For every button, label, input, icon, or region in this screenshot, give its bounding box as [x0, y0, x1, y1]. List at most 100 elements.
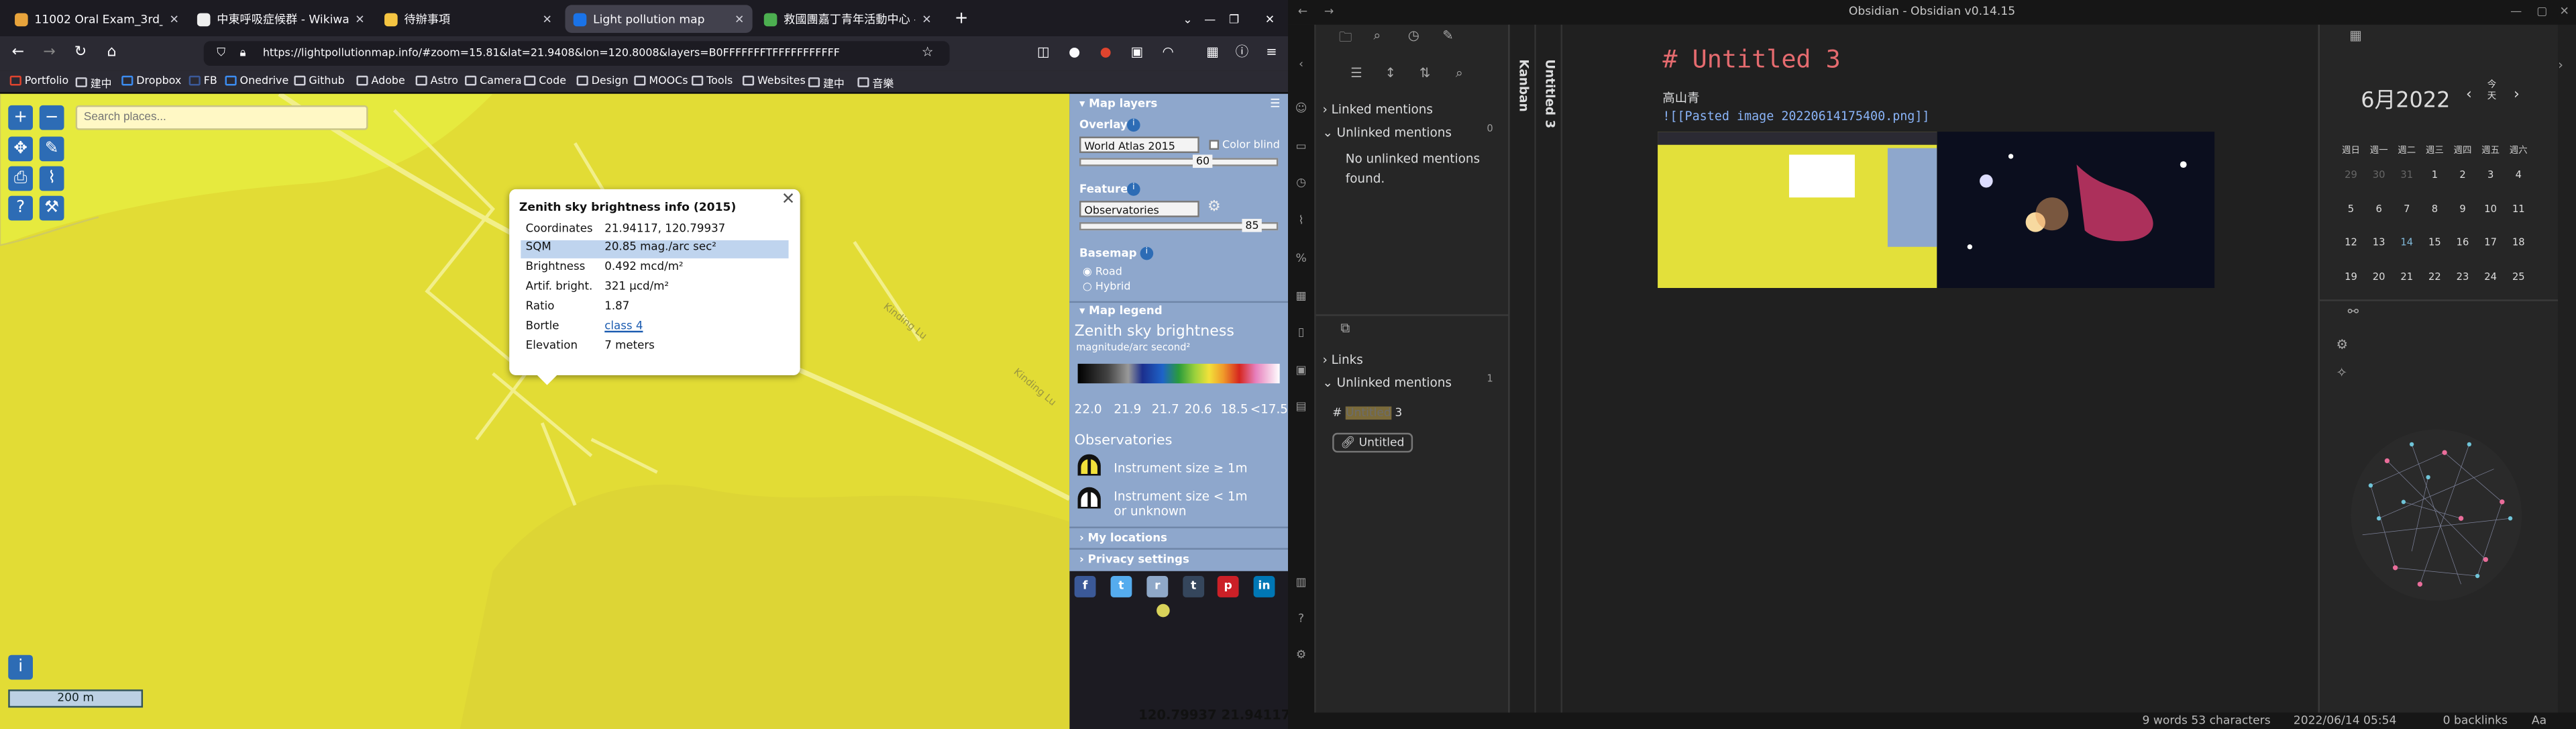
calendar-day[interactable]: 5 [2339, 204, 2362, 215]
bookmark-folder[interactable]: MOOCs [634, 74, 688, 87]
measure-icon[interactable]: ✎ [39, 136, 64, 162]
sort-icon[interactable]: ⇅ [1419, 66, 1430, 81]
bookmark-folder[interactable]: 建中 [808, 74, 845, 91]
calendar-day[interactable]: 1 [2423, 170, 2446, 181]
calendar-day[interactable]: 10 [2479, 204, 2502, 215]
bookmark-folder[interactable]: Websites [742, 74, 806, 87]
minimize-icon[interactable]: — [1196, 5, 1219, 33]
bookmark-folder[interactable]: Adobe [356, 74, 405, 87]
pinterest-share-icon[interactable]: p [1217, 576, 1239, 597]
emoji-icon[interactable]: ☺ [1291, 102, 1311, 119]
bookmark-folder[interactable]: Astro [415, 74, 458, 87]
file-icon[interactable]: ▯ [1291, 326, 1311, 342]
pocket-icon[interactable]: ◫ [1032, 41, 1055, 64]
locate-icon[interactable]: ✥ [8, 136, 33, 162]
print-icon[interactable]: ⎙ [8, 166, 33, 191]
tab-oral-exam[interactable]: 11002 Oral Exam_3rd_Ideas Wri ✕ [7, 5, 187, 33]
tab-light-pollution-map[interactable]: Light pollution map ✕ [565, 5, 753, 34]
mention-item[interactable]: # Untitled 3 [1332, 406, 1402, 420]
today-button[interactable]: 今天 [2487, 81, 2501, 103]
calendar-day[interactable]: 12 [2339, 237, 2362, 248]
back-icon[interactable]: ← [1298, 5, 1307, 18]
road-radio[interactable]: ◉ Road [1083, 265, 1122, 279]
calendar-day[interactable]: 6 [2367, 204, 2390, 215]
close-icon[interactable]: ✕ [170, 12, 179, 26]
calendar-day[interactable]: 9 [2451, 204, 2474, 215]
calendar-icon[interactable]: ▦ [1291, 289, 1311, 306]
restore-icon[interactable]: ❐ [1221, 5, 1244, 33]
clock-icon[interactable]: ◷ [1291, 176, 1311, 193]
calendar-day[interactable]: 8 [2423, 204, 2446, 215]
tab-todo[interactable]: 待辦事項 ✕ [376, 5, 560, 33]
image-icon[interactable]: ▣ [1291, 364, 1311, 381]
settings-icon[interactable]: ⚙ [1291, 648, 1311, 665]
close-icon[interactable]: ✕ [355, 12, 364, 26]
feature-select[interactable]: Observatories [1079, 201, 1199, 217]
close-icon[interactable]: ✕ [782, 191, 796, 209]
attachment-icon[interactable]: ⌇ [1291, 214, 1311, 231]
sync-icon[interactable]: ◠ [1157, 41, 1179, 64]
overlay-opacity-slider[interactable] [1079, 158, 1279, 166]
twitter-share-icon[interactable]: t [1110, 576, 1132, 597]
tab-wikiwand[interactable]: 中東呼吸症候群 - Wikiwand ✕ [189, 5, 373, 33]
list-tabs-icon[interactable]: ⌄ [1175, 5, 1197, 33]
apps-icon[interactable]: ▦ [1201, 41, 1224, 64]
zoom-out-button[interactable]: − [39, 105, 64, 130]
font-size-toggle[interactable]: Aa [2532, 714, 2546, 728]
percent-icon[interactable]: % [1291, 252, 1311, 269]
calendar-icon[interactable]: ▦ [2349, 28, 2362, 43]
bookmark-item[interactable]: FB [189, 74, 217, 87]
close-icon[interactable]: ✕ [542, 12, 551, 26]
forward-icon[interactable]: → [38, 41, 60, 64]
reload-icon[interactable]: ↻ [69, 41, 92, 64]
search-icon[interactable]: ⌕ [1373, 28, 1381, 45]
menu-icon[interactable]: ≡ [1260, 41, 1283, 64]
graph-view[interactable] [2346, 420, 2526, 609]
tools-icon[interactable]: ⚒ [39, 195, 64, 221]
pin-icon[interactable]: ✧ [2336, 365, 2347, 380]
calendar-day[interactable]: 2 [2451, 170, 2474, 181]
bookmark-item[interactable]: Github [294, 74, 345, 87]
map-layers-header[interactable]: ▾ Map layers [1079, 97, 1157, 111]
bookmark-item[interactable]: 建中 [75, 74, 112, 91]
my-locations-header[interactable]: › My locations [1079, 532, 1167, 545]
reddit-share-icon[interactable]: r [1146, 576, 1169, 597]
calendar-day[interactable]: 25 [2507, 271, 2530, 283]
embedded-screenshot-image[interactable] [1658, 132, 2215, 289]
calendar-day[interactable]: 16 [2451, 237, 2474, 248]
new-tab-button[interactable]: + [947, 5, 969, 33]
edit-icon[interactable]: ✎ [1442, 28, 1453, 43]
help-icon[interactable]: ? [8, 195, 33, 221]
calendar-day[interactable]: 29 [2339, 170, 2362, 181]
table-icon[interactable]: ▤ [1291, 400, 1311, 417]
bookmark-item[interactable]: Portfolio [9, 74, 69, 87]
map-legend-header[interactable]: ▾ Map legend [1079, 305, 1163, 318]
archive-icon[interactable]: ▭ [1291, 140, 1311, 156]
info-button[interactable]: i [8, 654, 33, 680]
calendar-day[interactable]: 19 [2339, 271, 2362, 283]
calendar-day[interactable]: 17 [2479, 237, 2502, 248]
calendar-day[interactable]: 3 [2479, 170, 2502, 181]
gear-icon[interactable]: ⚙ [1208, 199, 1221, 216]
open-link-icon[interactable]: ⧉ [1340, 321, 1350, 338]
calendar-day[interactable]: 23 [2451, 271, 2474, 283]
close-icon[interactable]: ✕ [922, 12, 931, 26]
unlinked-mentions-header-2[interactable]: ⌄ Unlinked mentions [1322, 375, 1452, 390]
vault-icon[interactable]: ▥ [1291, 576, 1311, 593]
links-header[interactable]: › Links [1322, 352, 1362, 367]
bookmark-item[interactable]: Onedrive [225, 74, 288, 87]
bortle-link[interactable]: class 4 [604, 320, 643, 338]
calendar-day[interactable]: 7 [2396, 204, 2418, 215]
overlay-select[interactable]: World Atlas 2015 [1079, 136, 1199, 153]
maximize-icon[interactable]: ▢ [2536, 5, 2547, 18]
lock-icon[interactable]: 🔒︎ [240, 46, 246, 61]
prev-month-icon[interactable]: ‹ [2466, 87, 2472, 104]
info-icon[interactable]: i [1140, 246, 1154, 260]
close-window-icon[interactable]: ✕ [1256, 5, 1279, 33]
home-icon[interactable]: ⌂ [100, 41, 123, 64]
list-icon[interactable]: ☰ [1350, 66, 1362, 81]
minimize-icon[interactable]: — [2510, 5, 2522, 18]
calendar-day[interactable]: 4 [2507, 170, 2530, 181]
facebook-share-icon[interactable]: f [1074, 576, 1096, 597]
tab-google-maps[interactable]: 救國團嘉丁青年活動中心 - Goo ✕ [756, 5, 940, 33]
